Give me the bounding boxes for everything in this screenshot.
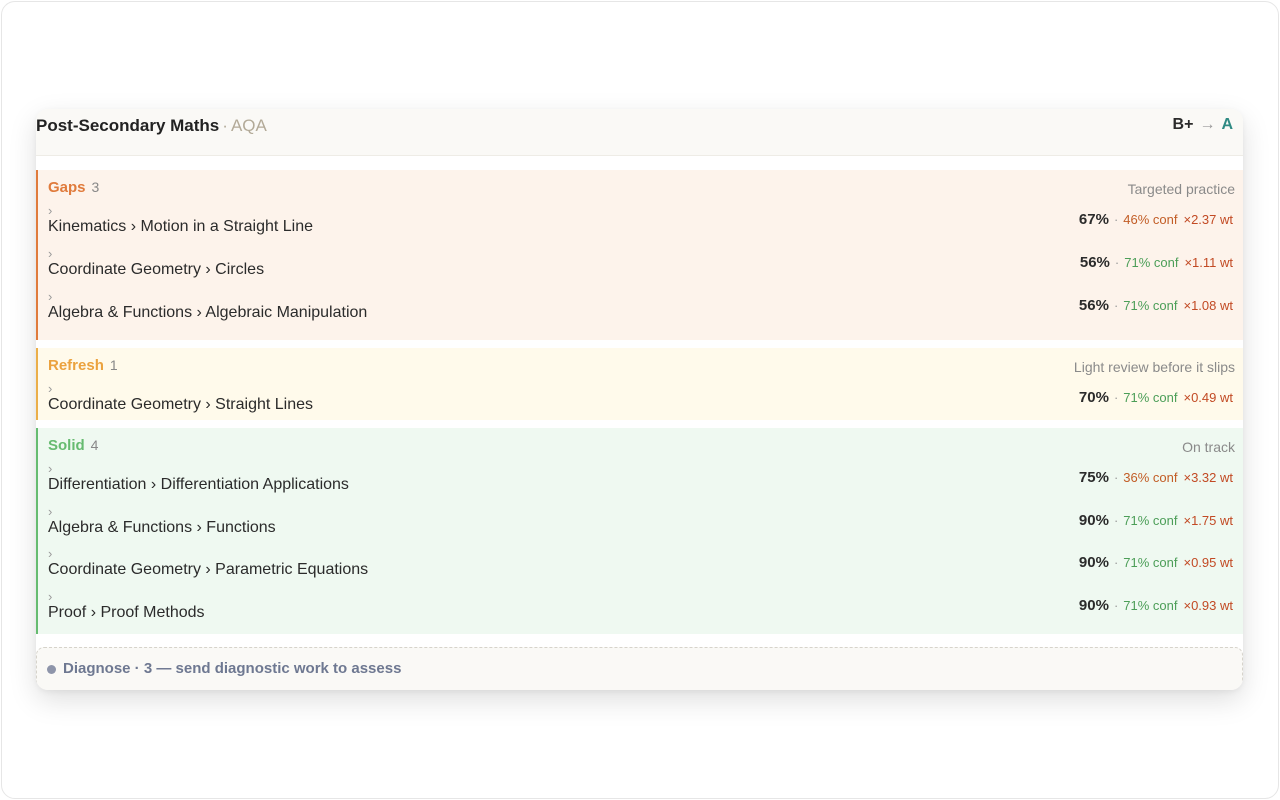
chevron-right-icon[interactable]: › (48, 382, 52, 396)
diagnose-callout[interactable]: Diagnose · 3 — send diagnostic work to a… (36, 647, 1243, 690)
topic-metrics: 90% · 71% conf ×0.95 wt (1079, 554, 1233, 571)
topic-row[interactable]: › Coordinate Geometry › Parametric Equat… (38, 547, 1243, 590)
section-note: Light review before it slips (1073, 359, 1235, 375)
topic-row[interactable]: › Algebra & Functions › Algebraic Manipu… (38, 290, 1243, 333)
topic-row[interactable]: › Kinematics › Motion in a Straight Line… (38, 204, 1243, 247)
topic-metrics: 56% · 71% conf ×1.08 wt (1079, 297, 1233, 314)
diagnose-text: Diagnose · 3 — send diagnostic work to a… (63, 660, 402, 677)
title-separator: · (222, 116, 228, 135)
grade-progress: B+ → A (1173, 116, 1233, 134)
section-gaps: Gaps 3 Targeted practice › Kinematics › M… (36, 170, 1243, 340)
section-solid: Solid 4 On track › Differentiation › Diff… (36, 428, 1243, 634)
topic-name: Algebra & Functions › Functions (48, 519, 276, 536)
topic-name: Algebra & Functions › Algebraic Manipula… (48, 304, 368, 321)
chevron-right-icon[interactable]: › (48, 547, 52, 561)
section-heading: Refresh 1 (48, 357, 118, 374)
confidence: 71% conf (1123, 598, 1178, 613)
topic-metrics: 67% · 46% conf ×2.37 wt (1079, 211, 1233, 228)
score-percent: 56% (1078, 297, 1109, 314)
topic-metrics: 75% · 36% conf ×3.32 wt (1079, 469, 1233, 486)
status-dot-icon (47, 665, 56, 674)
metric-separator: · (1113, 390, 1119, 405)
metric-separator: · (1113, 298, 1119, 313)
confidence: 71% conf (1123, 555, 1178, 570)
weight: ×2.37 wt (1183, 212, 1233, 227)
weight: ×1.11 wt (1184, 255, 1233, 270)
course-name: Post-Secondary Maths (36, 116, 220, 135)
chevron-right-icon[interactable]: › (48, 505, 52, 519)
section-count: 1 (109, 357, 118, 373)
course-title: Post-Secondary Maths · AQA (36, 116, 267, 136)
weight: ×0.93 wt (1183, 598, 1233, 613)
score-percent: 75% (1078, 469, 1109, 486)
section-count: 4 (90, 437, 99, 453)
weight: ×1.08 wt (1183, 298, 1233, 313)
score-percent: 70% (1078, 389, 1109, 406)
confidence: 46% conf (1123, 212, 1178, 227)
section-heading: Solid 4 (48, 437, 98, 454)
weight: ×0.49 wt (1183, 390, 1233, 405)
score-percent: 90% (1078, 512, 1109, 529)
topic-metrics: 70% · 71% conf ×0.49 wt (1079, 389, 1233, 406)
topic-name: Differentiation › Differentiation Applic… (48, 476, 349, 493)
metric-separator: · (1113, 555, 1119, 570)
exam-board: AQA (230, 116, 267, 135)
topic-name: Coordinate Geometry › Straight Lines (48, 396, 314, 413)
confidence: 36% conf (1123, 470, 1178, 485)
target-grade: A (1221, 116, 1233, 133)
confidence: 71% conf (1123, 513, 1178, 528)
chevron-right-icon[interactable]: › (48, 462, 52, 476)
score-percent: 67% (1078, 211, 1109, 228)
topic-name: Kinematics › Motion in a Straight Line (48, 218, 314, 235)
confidence: 71% conf (1124, 255, 1179, 270)
topic-row[interactable]: › Coordinate Geometry › Circles 56% · 71% … (38, 247, 1243, 290)
score-percent: 90% (1078, 554, 1109, 571)
section-heading: Gaps 3 (48, 179, 99, 196)
score-percent: 56% (1079, 254, 1110, 271)
mastery-card: Post-Secondary Maths · AQA B+ → A Gaps 3 Targ… (36, 109, 1243, 690)
arrow-right-icon: → (1199, 116, 1216, 133)
chevron-right-icon[interactable]: › (48, 247, 52, 261)
section-note: Targeted practice (1127, 181, 1235, 197)
chevron-right-icon[interactable]: › (48, 204, 52, 218)
confidence: 71% conf (1123, 298, 1178, 313)
confidence: 71% conf (1123, 390, 1178, 405)
topic-metrics: 90% · 71% conf ×1.75 wt (1079, 512, 1233, 529)
score-percent: 90% (1078, 597, 1109, 614)
topic-metrics: 56% · 71% conf ×1.11 wt (1080, 254, 1233, 271)
section-note: On track (1182, 439, 1235, 455)
topic-row[interactable]: › Algebra & Functions › Functions 90% · 71… (38, 505, 1243, 548)
section-name: Gaps (48, 179, 86, 196)
topic-name: Coordinate Geometry › Parametric Equatio… (48, 561, 369, 578)
topic-row[interactable]: › Differentiation › Differentiation Appl… (38, 462, 1243, 505)
metric-separator: · (1114, 255, 1120, 270)
topic-row[interactable]: › Coordinate Geometry › Straight Lines 7… (38, 382, 1243, 425)
chevron-right-icon[interactable]: › (48, 590, 52, 604)
topic-name: Proof › Proof Methods (48, 604, 205, 621)
topic-name: Coordinate Geometry › Circles (48, 261, 265, 278)
section-refresh: Refresh 1 Light review before it slips › … (36, 348, 1243, 420)
topic-row[interactable]: › Proof › Proof Methods 90% · 71% conf ×0.9… (38, 590, 1243, 633)
section-count: 3 (91, 179, 100, 195)
weight: ×0.95 wt (1183, 555, 1233, 570)
metric-separator: · (1113, 598, 1119, 613)
topic-metrics: 90% · 71% conf ×0.93 wt (1079, 597, 1233, 614)
section-name: Refresh (48, 357, 104, 374)
metric-separator: · (1113, 212, 1119, 227)
weight: ×3.32 wt (1183, 470, 1233, 485)
metric-separator: · (1113, 513, 1119, 528)
current-grade: B+ (1172, 116, 1194, 133)
metric-separator: · (1113, 470, 1119, 485)
card-header: Post-Secondary Maths · AQA B+ → A (36, 109, 1243, 156)
weight: ×1.75 wt (1183, 513, 1233, 528)
chevron-right-icon[interactable]: › (48, 290, 52, 304)
section-name: Solid (48, 437, 85, 454)
